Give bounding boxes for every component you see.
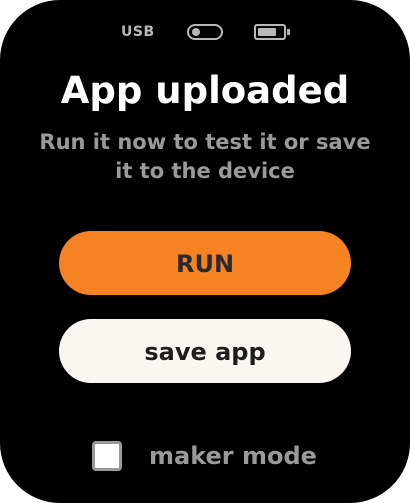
usb-label: USB (121, 24, 155, 40)
maker-mode-label: maker mode (149, 442, 317, 470)
toggle-icon (187, 24, 223, 40)
maker-mode-checkbox[interactable] (92, 441, 122, 471)
toggle-knob (192, 28, 200, 36)
save-app-button[interactable]: save app (59, 319, 351, 383)
page-subtitle: Run it now to test it or save it to the … (39, 130, 371, 183)
run-button[interactable]: RUN (59, 231, 351, 295)
page-title: App uploaded (60, 69, 350, 112)
battery-icon (254, 24, 290, 40)
battery-fill (258, 28, 276, 36)
battery-tip (287, 29, 290, 35)
status-bar: USB (0, 22, 410, 44)
device-screen: USB App uploaded Run it now to test it o… (0, 0, 410, 503)
